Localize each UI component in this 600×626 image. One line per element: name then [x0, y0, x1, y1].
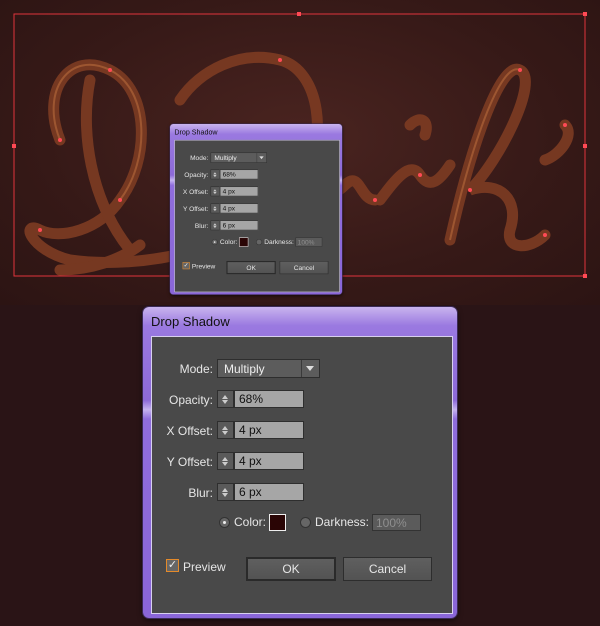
opacity-stepper[interactable]	[210, 169, 220, 180]
y-offset-stepper[interactable]	[210, 203, 220, 214]
mode-label: Mode:	[190, 154, 209, 162]
y-offset-field[interactable]: 4 px	[219, 203, 259, 214]
color-swatch[interactable]	[239, 237, 249, 247]
chevron-down-icon	[256, 153, 267, 163]
x-offset-label: X Offset:	[166, 424, 213, 438]
blur-stepper[interactable]	[217, 483, 234, 501]
drop-shadow-dialog-small: Drop Shadow Mode: Multiply Opacity: 68% …	[170, 124, 343, 295]
x-offset-stepper[interactable]	[217, 421, 234, 439]
darkness-radio[interactable]	[256, 239, 263, 246]
drop-shadow-dialog: Drop Shadow Mode: Multiply Opacity: 68% …	[143, 307, 457, 618]
chevron-down-icon	[301, 360, 319, 377]
dialog-title: Drop Shadow	[151, 314, 230, 329]
x-offset-label: X Offset:	[182, 188, 209, 196]
blur-field[interactable]: 6 px	[219, 220, 259, 231]
y-offset-field[interactable]: 4 px	[234, 452, 304, 470]
opacity-label: Opacity:	[184, 171, 209, 179]
opacity-field[interactable]: 68%	[219, 169, 259, 180]
preview-label: Preview	[191, 262, 216, 271]
darkness-field[interactable]: 100%	[372, 514, 421, 531]
blur-label: Blur:	[188, 486, 213, 500]
mode-value: Multiply	[214, 154, 237, 162]
darkness-radio[interactable]	[300, 517, 311, 528]
preview-checkbox[interactable]: ✓	[182, 262, 190, 270]
x-offset-field[interactable]: 4 px	[219, 186, 259, 197]
y-offset-label: Y Offset:	[183, 205, 209, 213]
color-label: Color:	[234, 515, 267, 529]
y-offset-label: Y Offset:	[166, 455, 213, 469]
mode-dropdown[interactable]: Multiply	[217, 359, 320, 378]
cancel-button[interactable]: Cancel	[279, 261, 329, 275]
color-radio[interactable]	[219, 517, 230, 528]
darkness-label: Darkness:	[264, 237, 294, 246]
mode-dropdown[interactable]: Multiply	[210, 152, 267, 163]
cancel-button[interactable]: Cancel	[343, 557, 432, 581]
color-radio[interactable]	[211, 239, 218, 246]
preview-checkbox[interactable]: ✓	[166, 559, 179, 572]
dialog-title: Drop Shadow	[174, 127, 218, 137]
color-label: Color:	[219, 237, 238, 246]
preview-label: Preview	[183, 560, 226, 574]
x-offset-stepper[interactable]	[210, 186, 220, 197]
blur-field[interactable]: 6 px	[234, 483, 304, 501]
mode-label: Mode:	[179, 362, 213, 376]
color-swatch[interactable]	[269, 514, 286, 531]
opacity-label: Opacity:	[168, 393, 213, 407]
darkness-label: Darkness:	[315, 515, 370, 529]
y-offset-stepper[interactable]	[217, 452, 234, 470]
blur-stepper[interactable]	[210, 220, 220, 231]
ok-button[interactable]: OK	[246, 557, 336, 581]
ok-button[interactable]: OK	[226, 261, 276, 275]
x-offset-field[interactable]: 4 px	[234, 421, 304, 439]
mode-value: Multiply	[224, 362, 265, 376]
opacity-stepper[interactable]	[217, 390, 234, 408]
opacity-field[interactable]: 68%	[234, 390, 304, 408]
blur-label: Blur:	[194, 222, 209, 230]
darkness-field[interactable]: 100%	[295, 237, 323, 247]
